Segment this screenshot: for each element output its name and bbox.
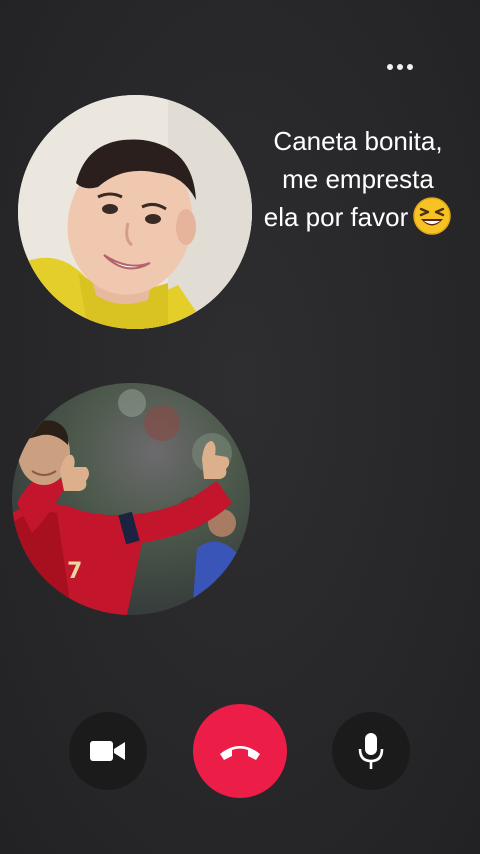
more-dot (397, 64, 403, 70)
toggle-mic-button[interactable] (332, 712, 410, 790)
video-camera-icon (90, 741, 125, 761)
message-line-1: Caneta bonita, (273, 126, 443, 156)
more-horizontal-icon (387, 64, 393, 70)
end-call-button[interactable] (193, 704, 287, 798)
caller-avatar (18, 95, 252, 329)
message-line-3-text: ela por favor (263, 202, 409, 232)
callee-avatar: 7 (12, 383, 250, 615)
call-message: Caneta bonita, me empresta ela por favor (250, 122, 466, 236)
svg-text:7: 7 (67, 559, 82, 584)
toggle-video-button[interactable] (69, 712, 147, 790)
laughing-face-emoji-icon (413, 197, 452, 235)
video-call-screen: Caneta bonita, me empresta ela por favor (0, 0, 480, 854)
message-line-3: ela por favor (250, 197, 466, 236)
callee-photo: 7 (12, 383, 250, 615)
caller-photo (18, 95, 252, 329)
message-line-2: me empresta (282, 164, 434, 194)
more-options-button[interactable] (378, 52, 422, 82)
phone-hangup-icon (220, 746, 260, 760)
microphone-icon (358, 733, 384, 769)
more-dot (407, 64, 413, 70)
call-controls (0, 700, 480, 800)
